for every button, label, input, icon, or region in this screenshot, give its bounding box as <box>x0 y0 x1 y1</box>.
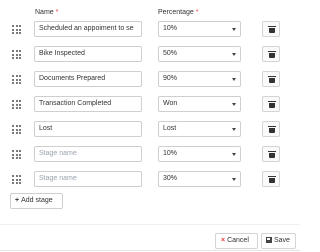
caret-down-icon <box>232 178 236 181</box>
percentage-select[interactable]: 50% <box>158 46 241 62</box>
percentage-value: Lost <box>163 125 177 132</box>
stage-name-input[interactable]: Documents Prepared <box>34 71 142 87</box>
stage-name-input[interactable]: Stage name <box>34 171 142 187</box>
caret-down-icon <box>232 153 236 156</box>
section-divider <box>0 224 300 225</box>
cancel-button[interactable]: × Cancel <box>215 233 258 249</box>
delete-stage-button[interactable] <box>262 21 280 37</box>
stage-row: Scheduled an appoiment to se 10% <box>0 21 300 38</box>
drag-grip-icon[interactable] <box>12 75 21 84</box>
percentage-value: 90% <box>163 75 178 82</box>
trash-icon <box>268 151 276 158</box>
add-stage-button[interactable]: + Add stage <box>10 193 63 209</box>
trash-icon <box>268 126 276 133</box>
drag-grip-icon[interactable] <box>12 25 21 34</box>
plus-icon: + <box>15 197 20 204</box>
required-mark: * <box>55 9 59 16</box>
close-icon: × <box>221 237 226 244</box>
drag-grip-icon[interactable] <box>12 175 21 184</box>
caret-down-icon <box>232 53 236 56</box>
delete-stage-button[interactable] <box>262 46 280 62</box>
delete-stage-button[interactable] <box>262 146 280 162</box>
footer-divider <box>0 250 300 251</box>
stage-name-input[interactable]: Transaction Completed <box>34 96 142 112</box>
percentage-value: 10% <box>163 150 178 157</box>
stage-row: Bike Inspected 50% <box>0 46 300 63</box>
caret-down-icon <box>232 28 236 31</box>
floppy-disk-icon <box>266 237 272 243</box>
delete-stage-button[interactable] <box>262 171 280 187</box>
drag-grip-icon[interactable] <box>12 125 21 134</box>
caret-down-icon <box>232 78 236 81</box>
required-mark: * <box>195 9 199 16</box>
save-button[interactable]: Save <box>261 233 296 249</box>
stage-row: Stage name 30% <box>0 171 300 188</box>
stage-name-input[interactable]: Scheduled an appoiment to se <box>34 21 142 37</box>
stage-row: Lost Lost <box>0 121 300 138</box>
stage-name-input[interactable]: Bike Inspected <box>34 46 142 62</box>
trash-icon <box>268 176 276 183</box>
percentage-value: 30% <box>163 175 178 182</box>
delete-stage-button[interactable] <box>262 96 280 112</box>
stage-name-input[interactable]: Lost <box>34 121 142 137</box>
percentage-select[interactable]: Won <box>158 96 241 112</box>
percentage-select[interactable]: 30% <box>158 171 241 187</box>
stage-row: Transaction Completed Won <box>0 96 300 113</box>
caret-down-icon <box>232 103 236 106</box>
trash-icon <box>268 76 276 83</box>
drag-grip-icon[interactable] <box>12 150 21 159</box>
stage-row: Documents Prepared 90% <box>0 71 300 88</box>
percentage-select[interactable]: 90% <box>158 71 241 87</box>
percentage-select[interactable]: Lost <box>158 121 241 137</box>
trash-icon <box>268 101 276 108</box>
caret-down-icon <box>232 128 236 131</box>
percentage-select[interactable]: 10% <box>158 21 241 37</box>
percentage-value: 50% <box>163 50 178 57</box>
stage-row: Stage name 10% <box>0 146 300 163</box>
trash-icon <box>268 26 276 33</box>
percentage-select[interactable]: 10% <box>158 146 241 162</box>
percentage-column-header: Percentage * <box>158 9 199 16</box>
percentage-value: Won <box>163 100 178 107</box>
name-column-header: Name * <box>35 9 59 16</box>
drag-grip-icon[interactable] <box>12 50 21 59</box>
trash-icon <box>268 51 276 58</box>
percentage-value: 10% <box>163 25 178 32</box>
drag-grip-icon[interactable] <box>12 100 21 109</box>
stage-name-input[interactable]: Stage name <box>34 146 142 162</box>
delete-stage-button[interactable] <box>262 121 280 137</box>
delete-stage-button[interactable] <box>262 71 280 87</box>
